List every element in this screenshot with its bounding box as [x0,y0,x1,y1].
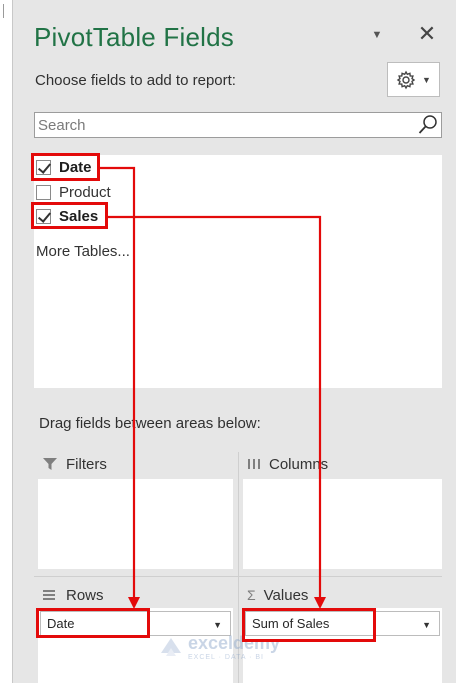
annotation-arrows [100,166,326,609]
arrow-sales-to-values [108,215,322,600]
arrow-date-to-rows [100,166,136,600]
